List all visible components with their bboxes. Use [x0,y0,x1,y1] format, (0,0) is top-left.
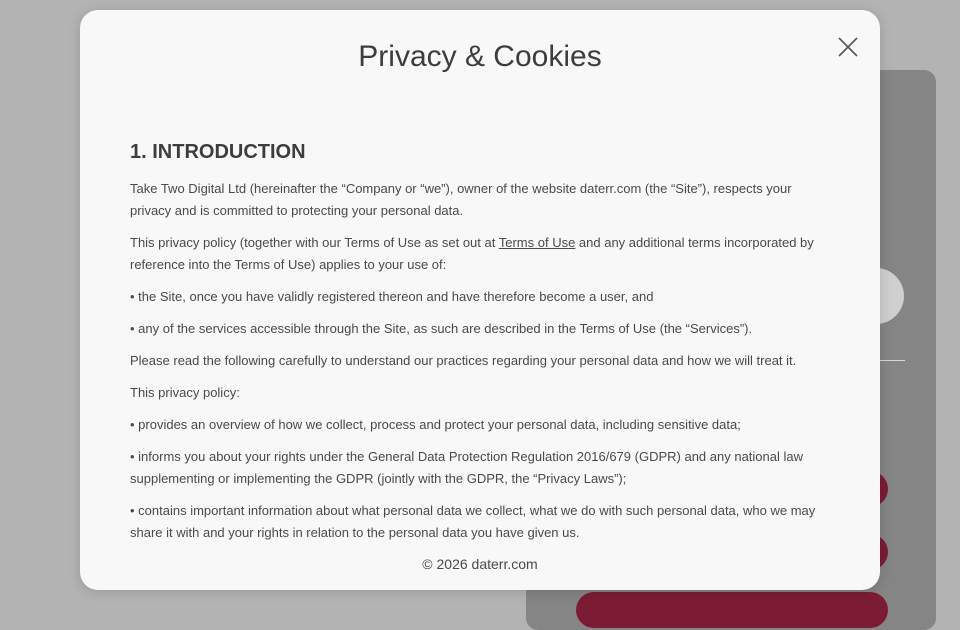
policy-bullet: • the Site, once you have validly regist… [130,289,654,304]
policy-paragraph: Please read the following carefully to u… [130,353,797,368]
policy-paragraph: This privacy policy (together with our T… [130,232,830,276]
modal-title: Privacy & Cookies [358,40,602,73]
policy-paragraph: This privacy policy: [130,385,240,400]
terms-of-use-link[interactable]: Terms of Use [499,235,576,250]
policy-bullet: • contains important information about w… [130,503,816,540]
privacy-modal: Privacy & Cookies 1. INTRODUCTION Take T… [80,10,880,590]
copyright-footer: © 2026 daterr.com [422,556,538,572]
close-icon [838,37,858,57]
policy-paragraph: Take Two Digital Ltd (hereinafter the “C… [130,181,792,218]
policy-bullet: • informs you about your rights under th… [130,449,803,486]
policy-bullet: • any of the services accessible through… [130,321,753,336]
background-button-3 [576,592,888,628]
policy-bullet: • provides an overview of how we collect… [130,417,741,432]
section-heading: 1. INTRODUCTION [130,141,306,163]
paragraph-text: This privacy policy (together with our T… [130,235,499,250]
close-button[interactable] [836,35,860,59]
policy-content[interactable]: 1. INTRODUCTION Take Two Digital Ltd (he… [130,138,830,554]
